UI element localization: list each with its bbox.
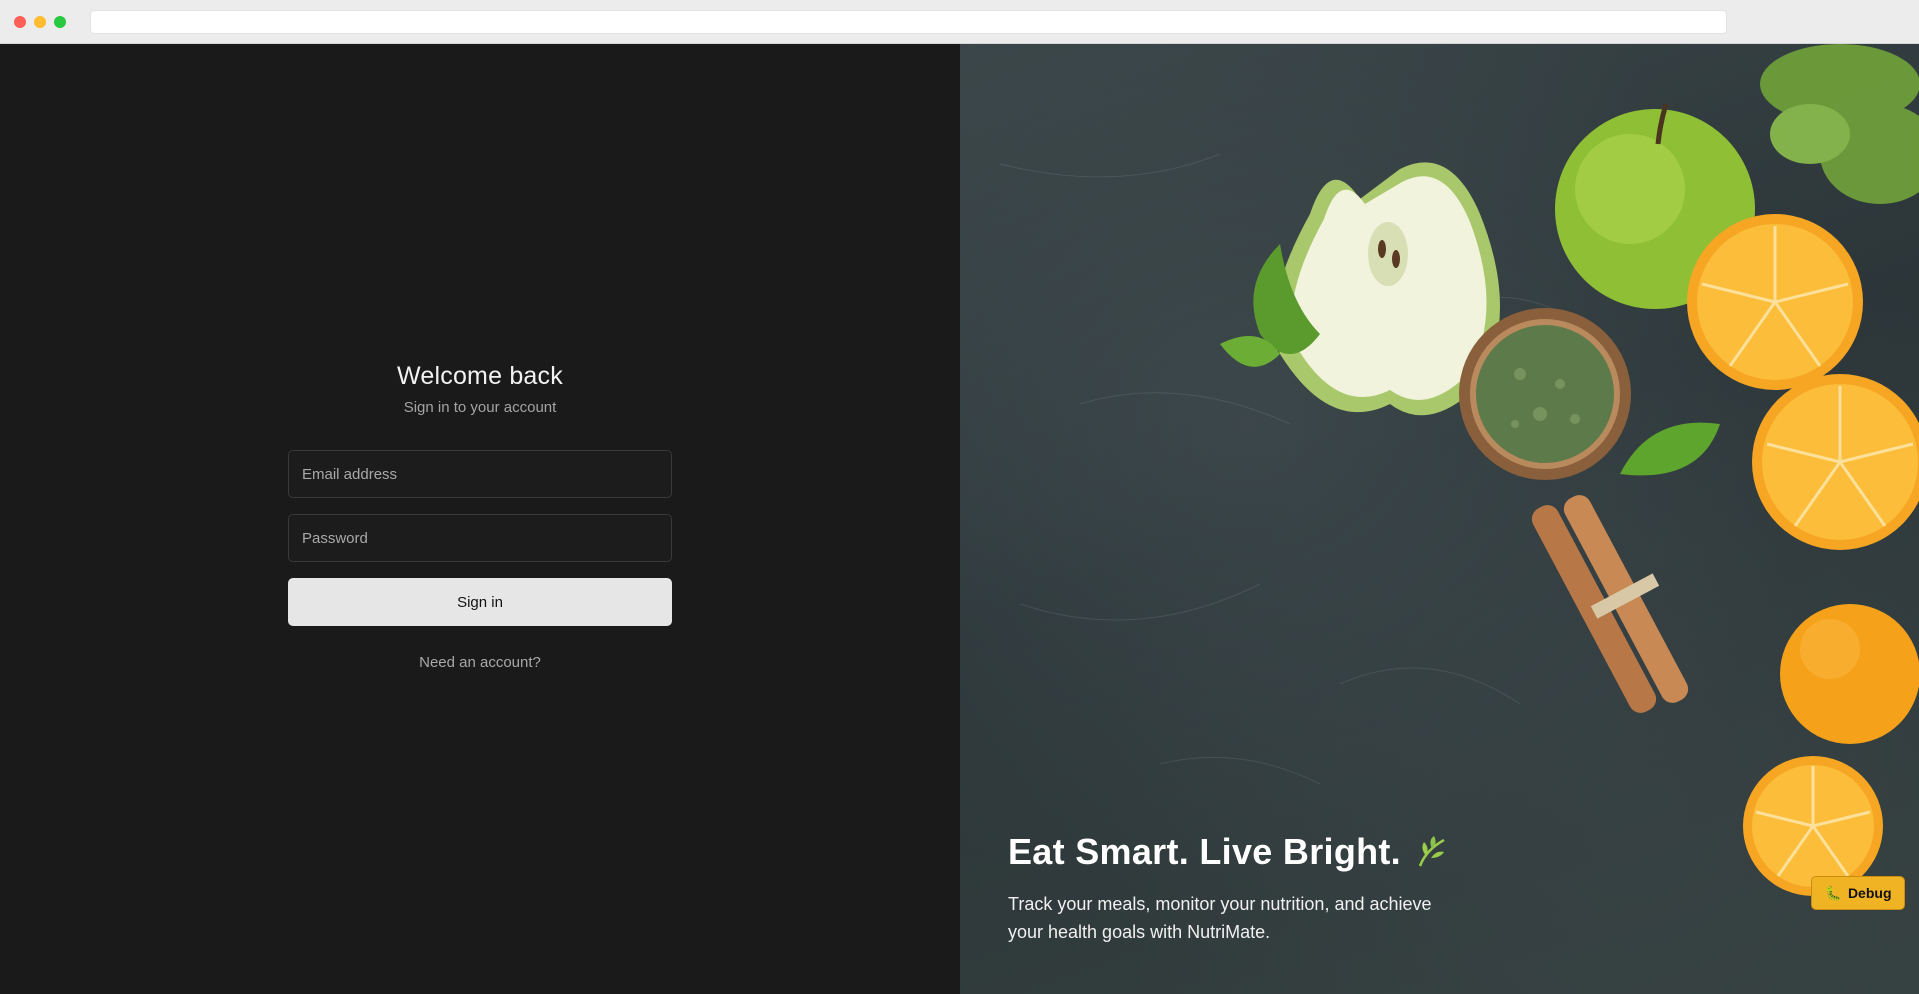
hero-description: Track your meals, monitor your nutrition… — [1008, 894, 1432, 942]
pine-sprig — [1760, 44, 1919, 204]
herb-bowl — [1459, 308, 1631, 480]
maximize-window-button[interactable] — [54, 16, 66, 28]
email-field[interactable] — [288, 450, 672, 498]
orange-slice-1 — [1687, 214, 1863, 390]
leaf-icon — [1418, 836, 1445, 867]
page-title: Welcome back — [397, 362, 563, 390]
password-field[interactable] — [288, 514, 672, 562]
login-panel: Welcome back Sign in to your account Sig… — [0, 44, 960, 994]
minimize-window-button[interactable] — [34, 16, 46, 28]
cinnamon-sticks — [1531, 495, 1689, 713]
address-bar[interactable] — [90, 10, 1727, 34]
hero-tagline: Eat Smart. Live Bright. — [1008, 831, 1401, 872]
orange-slice-2 — [1752, 374, 1919, 550]
debug-button[interactable]: 🐛 Debug — [1811, 876, 1905, 910]
login-form: Welcome back Sign in to your account Sig… — [288, 358, 672, 671]
orange-slice-3 — [1743, 756, 1883, 896]
page-subtitle: Sign in to your account — [403, 399, 557, 416]
signup-link[interactable]: Need an account? — [288, 654, 672, 671]
debug-label: Debug — [1847, 885, 1892, 901]
hero-panel: Eat Smart. Live Bright. Track your meals… — [960, 44, 1919, 994]
browser-chrome — [0, 0, 1919, 44]
whole-orange — [1780, 604, 1919, 744]
bug-icon: 🐛 — [1824, 884, 1842, 901]
close-window-button[interactable] — [14, 16, 26, 28]
sign-in-button[interactable]: Sign in — [288, 578, 672, 626]
